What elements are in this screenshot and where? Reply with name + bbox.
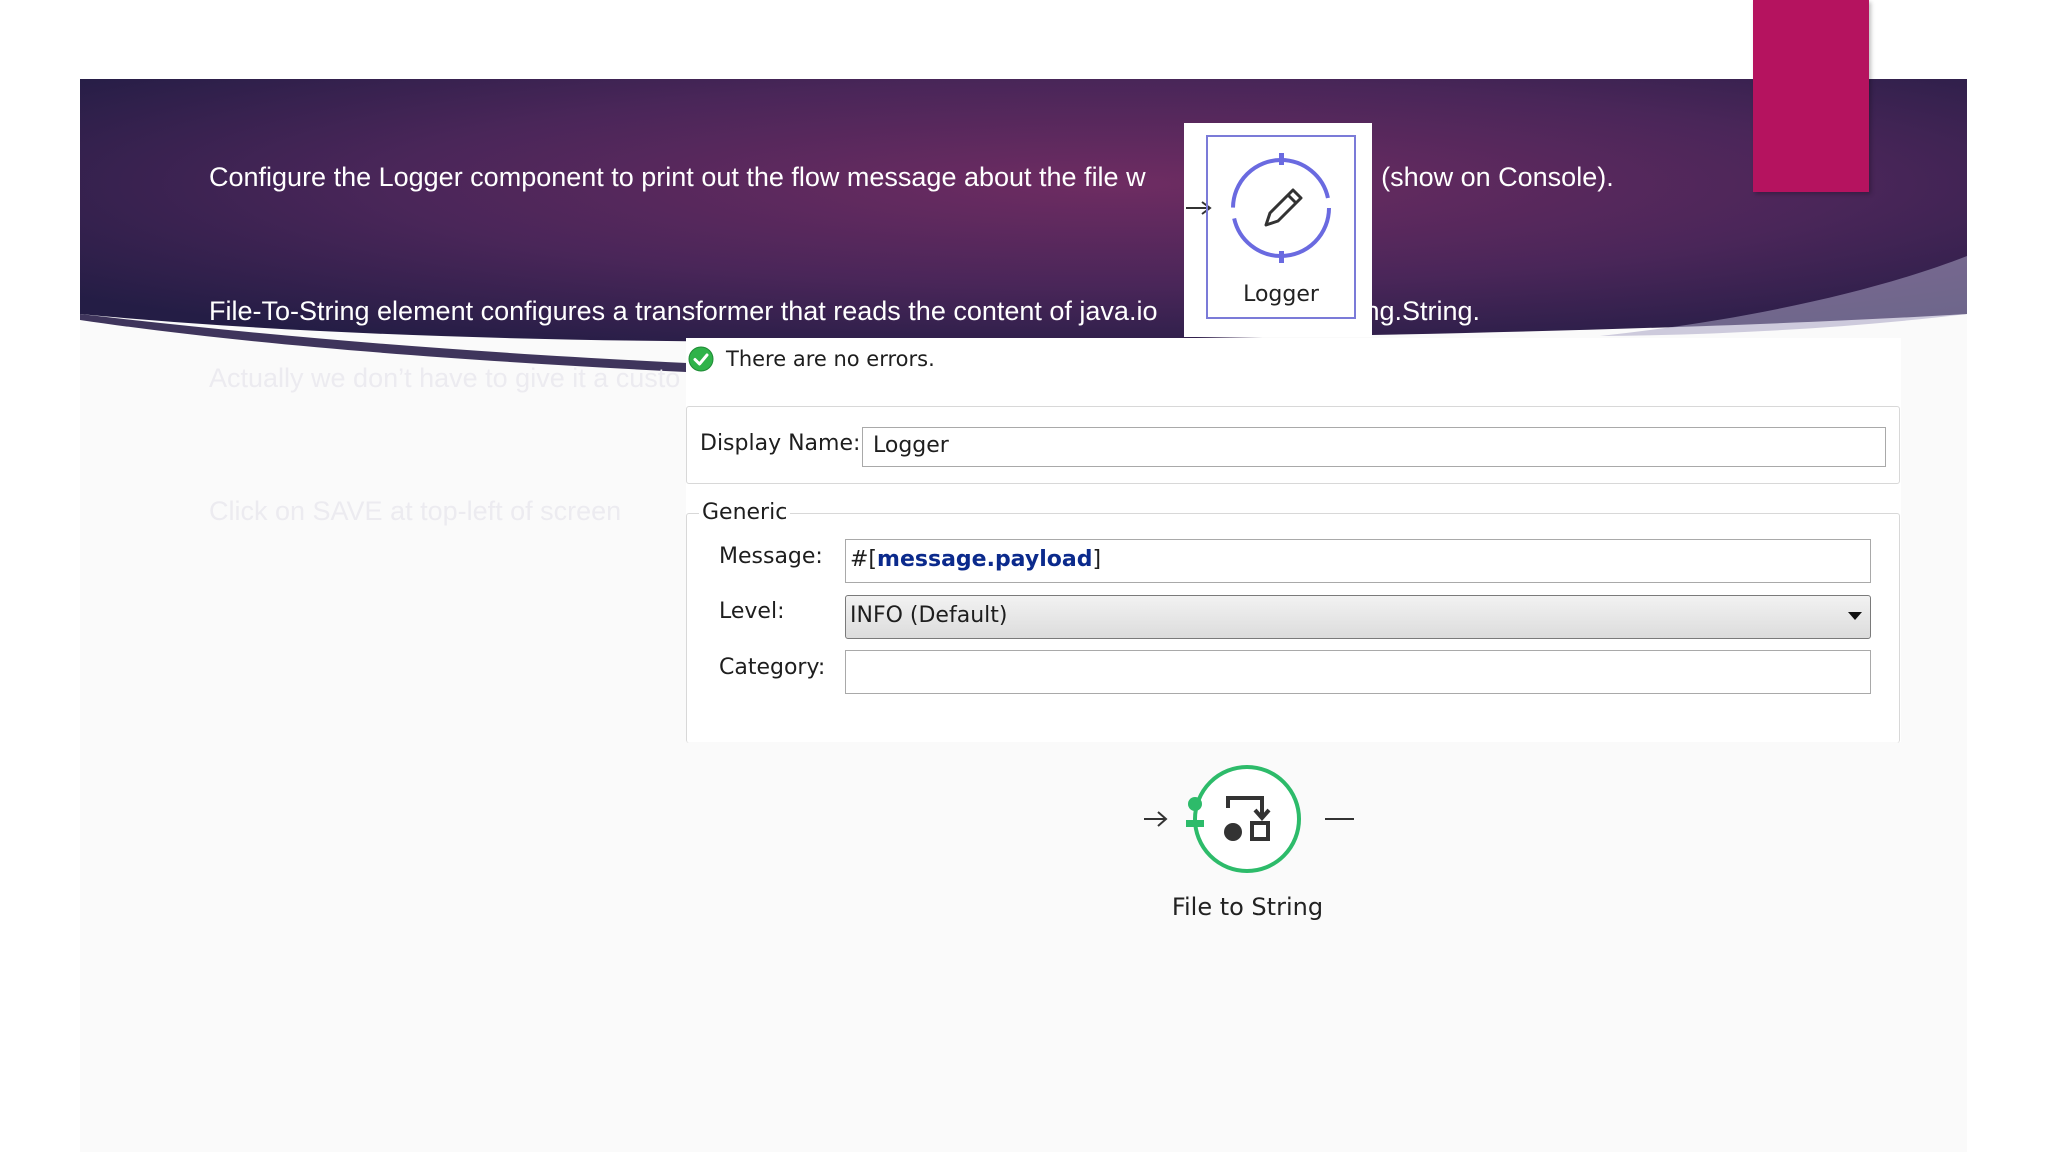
generic-group: Generic Message: #[message.payload] Leve… xyxy=(686,500,1900,743)
status-text: There are no errors. xyxy=(726,347,935,371)
message-label: Message: xyxy=(719,544,823,569)
display-name-group: Display Name: Logger xyxy=(686,406,1900,484)
validation-status: There are no errors. xyxy=(688,346,935,372)
display-name-label: Display Name: xyxy=(700,431,861,456)
slide-bullet-4: Click on SAVE at top-left of screen xyxy=(209,496,622,526)
level-label: Level: xyxy=(719,599,785,624)
message-input[interactable]: #[message.payload] xyxy=(845,539,1871,583)
logger-properties-panel: There are no errors. Display Name: Logge… xyxy=(686,338,1901,743)
check-circle-icon xyxy=(688,346,714,372)
chevron-down-icon xyxy=(1848,612,1862,620)
display-name-input[interactable]: Logger xyxy=(862,427,1886,467)
logger-node-frame: Logger xyxy=(1206,135,1356,319)
generic-group-title: Generic xyxy=(699,500,791,525)
pencil-icon xyxy=(1231,153,1331,263)
transform-icon xyxy=(1144,765,1354,873)
accent-bar xyxy=(1753,0,1869,192)
file-to-string-node[interactable]: File to String xyxy=(1140,760,1370,930)
category-label: Category: xyxy=(719,655,826,680)
slide-bullet-3: Actually we don’t have to give it a cust… xyxy=(209,363,681,393)
logger-node[interactable]: Logger xyxy=(1184,123,1372,337)
file-to-string-label: File to String xyxy=(1171,893,1324,921)
slide-bullet-1: Configure the Logger component to print … xyxy=(209,162,1614,192)
logger-node-label: Logger xyxy=(1243,282,1319,307)
category-input[interactable] xyxy=(845,650,1871,694)
level-select[interactable]: INFO (Default) xyxy=(845,595,1871,639)
